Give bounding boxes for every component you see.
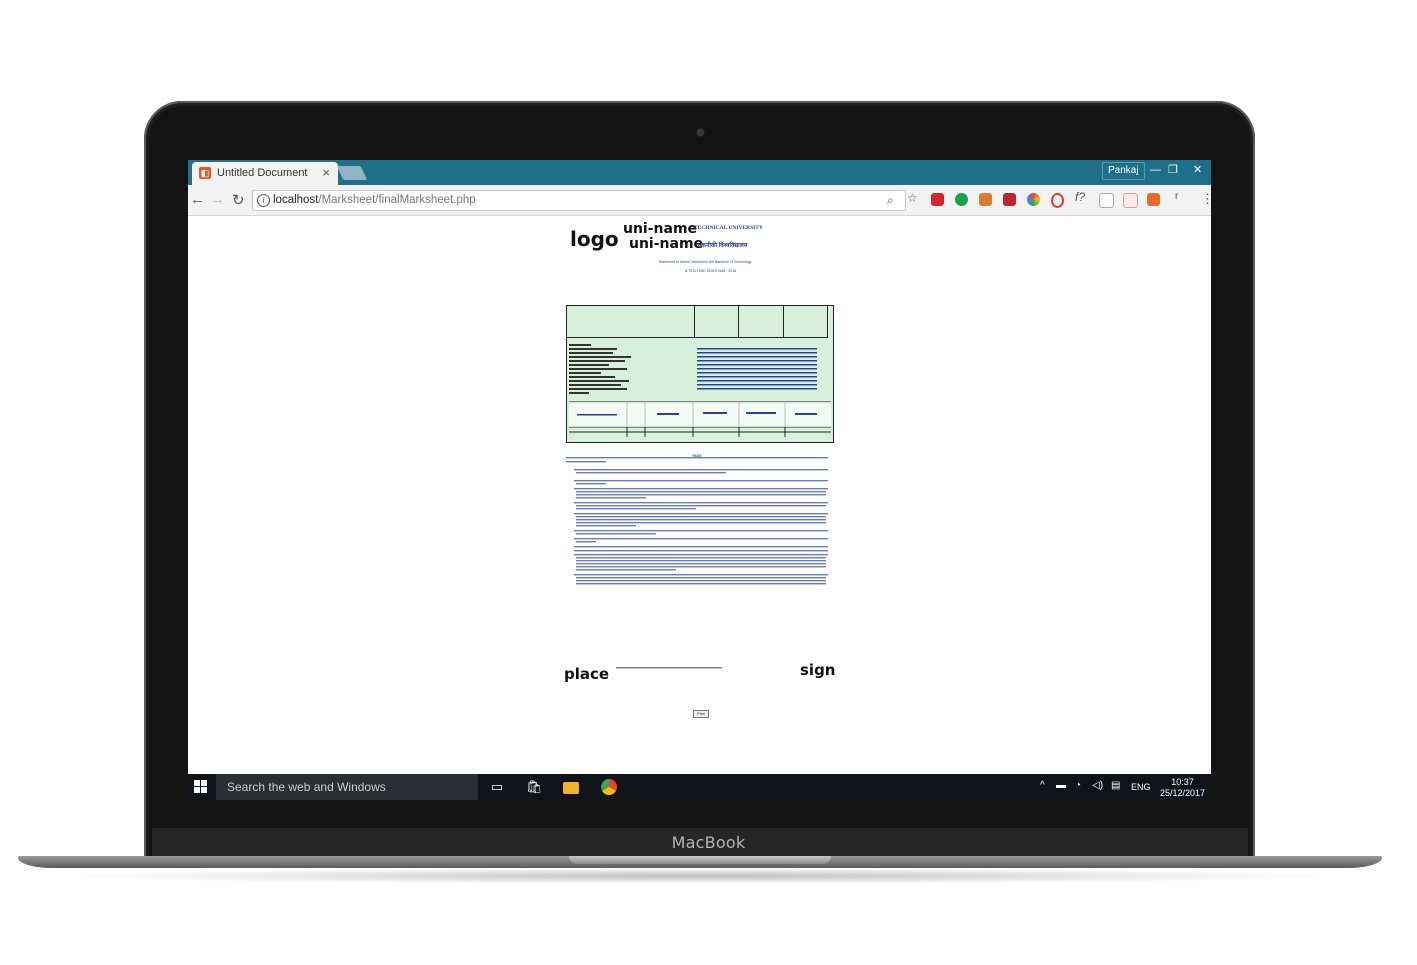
tab-title: Untitled Document <box>217 167 308 179</box>
chrome-icon[interactable] <box>601 779 617 795</box>
close-tab-icon[interactable]: × <box>322 165 330 180</box>
laptop-hinge-notch <box>569 856 831 864</box>
restore-icon[interactable]: ❐ <box>1168 161 1178 179</box>
clock[interactable]: 10:37 25/12/2017 <box>1160 777 1205 799</box>
tray-chevron-icon[interactable]: ^ <box>1040 780 1045 791</box>
task-view-icon[interactable]: ▭ <box>489 779 505 795</box>
notes-section <box>566 457 828 585</box>
close-window-icon[interactable]: ✕ <box>1193 161 1202 179</box>
page-viewport: logo uni-name uni-name TECHNICAL UNIVERS… <box>188 216 1211 774</box>
info-icon[interactable]: i <box>257 194 270 207</box>
language-indicator[interactable]: ENG <box>1131 782 1151 792</box>
bookmark-star-icon[interactable]: ☆ <box>907 191 918 205</box>
column-header <box>738 306 784 338</box>
marks-rows <box>569 344 831 437</box>
laptop-shadow <box>60 868 1340 884</box>
extension-color-icon[interactable] <box>1027 193 1040 206</box>
column-header <box>783 306 828 338</box>
statement-heading: Statement of Marks Obtained in the Bache… <box>659 260 752 264</box>
notifications-icon[interactable]: ▤ <box>1111 780 1120 791</box>
extension-r-icon[interactable]: r <box>1175 191 1178 202</box>
browser-toolbar: ← → ↻ i localhost/Marksheet/finalMarkshe… <box>188 185 1211 216</box>
marksheet: logo uni-name uni-name TECHNICAL UNIVERS… <box>564 216 836 774</box>
wifi-icon[interactable]: ◔ <box>1075 780 1081 791</box>
clock-time: 10:37 <box>1171 777 1194 787</box>
extension-red-icon[interactable] <box>931 193 944 206</box>
university-name-hindi: uni-name <box>629 236 704 252</box>
store-icon[interactable]: 🛍 <box>526 779 543 795</box>
file-explorer-icon[interactable] <box>563 782 579 794</box>
new-tab-button[interactable] <box>336 166 368 180</box>
university-name: uni-name <box>623 221 698 237</box>
column-header <box>694 306 739 338</box>
extension-orange-icon[interactable] <box>979 193 992 206</box>
zoom-icon[interactable]: ⌕ <box>887 193 894 208</box>
place-label: place <box>564 665 610 683</box>
extension-flag-icon[interactable] <box>1003 193 1016 206</box>
webcam-icon <box>697 129 704 136</box>
back-icon[interactable]: ← <box>190 191 205 208</box>
logo: logo <box>570 227 619 251</box>
university-title: TECHNICAL UNIVERSITY <box>694 225 763 231</box>
extension-pink-icon[interactable] <box>1123 193 1138 208</box>
extension-gray-icon[interactable] <box>1099 193 1114 208</box>
browser-tab-bar: ◧ Untitled Document × Pankaj — ❐ ✕ <box>188 160 1211 185</box>
url-text: localhost/Marksheet/finalMarksheet.php <box>273 194 476 206</box>
forward-icon[interactable]: → <box>210 191 225 208</box>
minimize-icon[interactable]: — <box>1150 161 1161 179</box>
print-button[interactable]: Print <box>693 710 709 718</box>
clock-date: 25/12/2017 <box>1160 788 1206 798</box>
exam-heading: B.TECH 3RD SEM EXAM - 2016 <box>685 269 737 273</box>
extension-green-icon[interactable] <box>955 193 968 206</box>
battery-icon[interactable]: ▬ <box>1056 780 1066 791</box>
address-bar[interactable]: i localhost/Marksheet/finalMarksheet.php… <box>252 190 906 211</box>
browser-menu-icon[interactable]: ⋮ <box>1201 191 1211 207</box>
signature-label: sign <box>800 661 836 679</box>
result-declared-line <box>616 667 722 669</box>
volume-icon[interactable]: ◁) <box>1092 780 1103 791</box>
subject-column-header <box>567 306 695 338</box>
windows-taskbar: Search the web and Windows ▭ 🛍 ^ ▬ ◔ ◁) … <box>188 774 1211 800</box>
browser-tab[interactable]: ◧ Untitled Document × <box>192 162 338 185</box>
profile-button[interactable]: Pankaj <box>1102 162 1145 180</box>
brand-label: MacBook <box>671 833 746 852</box>
reload-icon[interactable]: ↻ <box>232 191 245 209</box>
windows-start-icon[interactable] <box>194 780 208 794</box>
extension-percent-icon[interactable] <box>1147 193 1160 206</box>
opera-icon[interactable] <box>1051 193 1064 208</box>
html-file-icon: ◧ <box>199 167 211 179</box>
screen: ◧ Untitled Document × Pankaj — ❐ ✕ ← → ↻… <box>188 160 1211 800</box>
taskbar-search-input[interactable]: Search the web and Windows <box>216 774 478 800</box>
marks-table <box>566 305 834 443</box>
formula-icon[interactable]: f? <box>1075 190 1085 204</box>
university-title-hindi: तकनीकी विश्वविद्यालय <box>698 243 748 249</box>
